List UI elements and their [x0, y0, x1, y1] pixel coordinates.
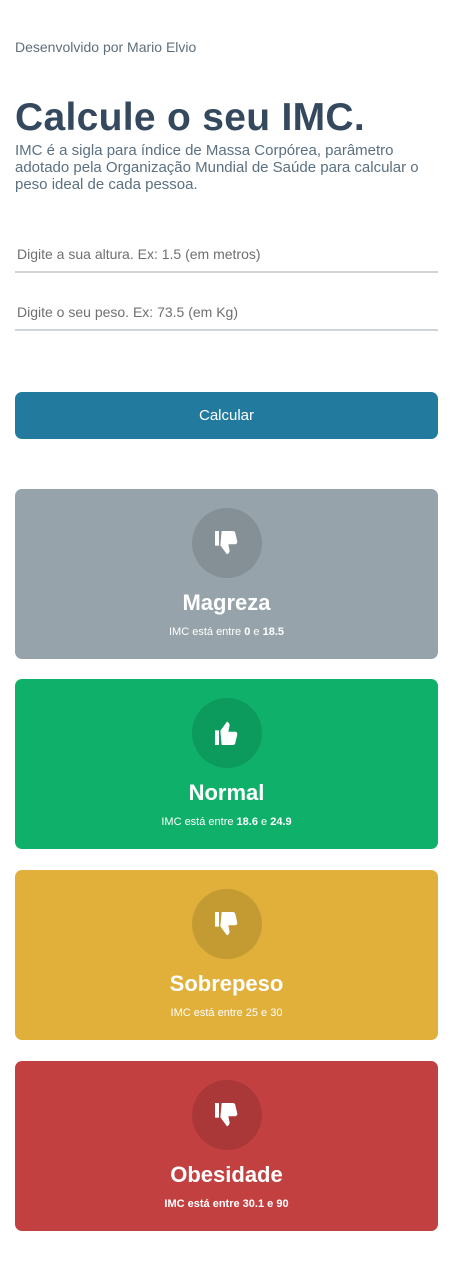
category-card-sobrepeso: Sobrepeso IMC está entre 25 e 30 — [15, 870, 438, 1040]
range-min: 25 — [245, 1007, 258, 1019]
thumbs-down-icon — [215, 1103, 238, 1127]
range-min: 18.6 — [236, 816, 258, 828]
category-card-magreza: Magreza IMC está entre 0 e 18.5 — [15, 489, 438, 659]
category-name: Obesidade — [170, 1162, 283, 1187]
weight-input[interactable] — [15, 295, 438, 331]
category-range: IMC está entre 30.1 e 90 — [164, 1198, 289, 1210]
range-max: 30 — [270, 1007, 283, 1019]
thumbs-down-icon — [215, 531, 238, 555]
page-description: IMC é a sigla para índice de Massa Corpó… — [15, 142, 419, 193]
category-range: IMC está entre 0 e 18.5 — [169, 626, 284, 638]
icon-circle — [192, 889, 262, 959]
height-input[interactable] — [15, 237, 438, 273]
range-min: 30.1 — [242, 1198, 265, 1210]
range-max: 90 — [276, 1198, 289, 1210]
thumbs-down-icon — [215, 912, 238, 936]
developer-credit: Desenvolvido por Mario Elvio — [15, 39, 197, 55]
category-range: IMC está entre 18.6 e 24.9 — [161, 816, 292, 828]
icon-circle — [192, 1080, 262, 1150]
page-title: Calcule o seu IMC. — [15, 96, 365, 139]
category-name: Sobrepeso — [169, 971, 284, 996]
thumbs-up-icon — [215, 721, 238, 745]
category-name: Normal — [188, 780, 265, 805]
category-card-obesidade: Obesidade IMC está entre 30.1 e 90 — [15, 1061, 438, 1231]
category-name: Magreza — [182, 590, 271, 615]
category-range: IMC está entre 25 e 30 — [170, 1007, 283, 1019]
icon-circle — [192, 698, 262, 768]
range-min: 0 — [244, 626, 251, 638]
icon-circle — [192, 508, 262, 578]
range-max: 24.9 — [270, 816, 292, 828]
category-card-normal: Normal IMC está entre 18.6 e 24.9 — [15, 679, 438, 849]
range-max: 18.5 — [262, 626, 284, 638]
calculate-button[interactable]: Calcular — [15, 392, 438, 439]
